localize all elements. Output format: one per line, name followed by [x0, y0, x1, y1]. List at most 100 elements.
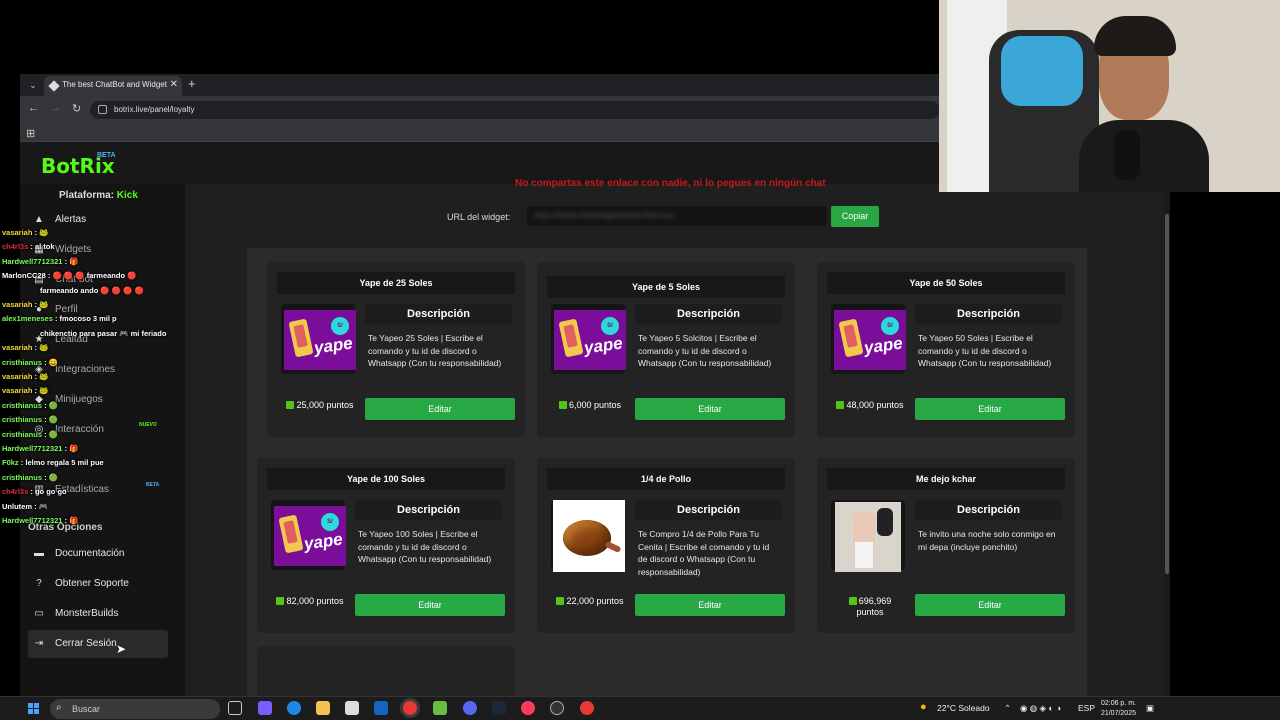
windows-start-icon[interactable] [28, 703, 40, 715]
chat-username: MarlonCC28 [2, 271, 46, 281]
chat-message: Unlutem : 🎮 [2, 502, 48, 511]
chat-text: : 🎁 [64, 444, 79, 453]
reward-card: Yape de 100 Soles S/yape Descripción Te Yap… [257, 458, 515, 633]
reload-icon[interactable]: ↻ [72, 102, 81, 115]
chrome-icon[interactable] [403, 701, 417, 715]
chat-username: cristhianus [2, 472, 43, 482]
chat-message: vasariah : 🐸 [2, 372, 48, 381]
tab-list-icon[interactable]: ⌄ [26, 78, 40, 92]
sidebar-item-label: Cerrar Sesión [55, 638, 117, 649]
photo-dark-figure [877, 508, 893, 536]
tray-chevron-icon[interactable]: ⌃ [1004, 703, 1011, 714]
chat-message: Hardwell7712321 : 🎁 [2, 516, 78, 525]
sidebar-item-soporte[interactable]: ? Obtener Soporte [28, 570, 168, 598]
points-value: 25,000 puntos [296, 400, 354, 410]
description-text: Te invito una noche solo conmigo en mi d… [918, 529, 1056, 552]
webcam-overlay [939, 0, 1280, 192]
description-text: Te Yapeo 5 Solcitos | Escribe el comando… [638, 333, 772, 368]
reward-points: 48,000 puntos [835, 400, 905, 411]
discord-icon[interactable] [463, 701, 477, 715]
file-explorer-icon[interactable] [316, 701, 330, 715]
back-icon[interactable]: ← [28, 102, 39, 114]
sidebar-item-label: MonsterBuilds [55, 608, 119, 619]
sidebar-item-documentacion[interactable]: ▬ Documentación [28, 540, 168, 568]
new-tab-icon[interactable]: + [188, 76, 196, 91]
chat-text: : 🎮 [34, 501, 49, 511]
language-indicator[interactable]: ESP [1078, 703, 1095, 713]
obs-icon[interactable] [550, 701, 564, 715]
edit-button[interactable]: Editar [915, 398, 1065, 420]
description-title: Descripción [365, 304, 512, 324]
browser-tab[interactable]: The best ChatBot and Widgets ✕ [44, 76, 182, 96]
address-bar[interactable]: botrix.live/panel/loyalty [90, 101, 940, 119]
clock[interactable]: 02:06 p. m. 21/07/2025 [1096, 699, 1136, 719]
notifications-icon[interactable]: ▣ [1146, 703, 1154, 714]
soles-coin-icon: S/ [601, 317, 619, 335]
reward-title: 1/4 de Pollo [547, 468, 785, 490]
sidebar-item-monsterbuilds[interactable]: ▭ MonsterBuilds [28, 600, 168, 628]
reward-card: Yape de 50 Soles S/yape Descripción Te Yape… [817, 262, 1075, 437]
apps-grid-icon[interactable]: ⊞ [26, 127, 35, 140]
chat-text: : 🐸 [34, 386, 49, 396]
tray-apps-icon[interactable]: ◉ ◍ ◈ ◐ ◑ [1020, 703, 1061, 714]
edit-button[interactable]: Editar [635, 594, 785, 616]
nvidia-icon[interactable] [433, 701, 447, 715]
yape-logo: S/yape [834, 310, 906, 370]
chrome-secondary-icon[interactable] [580, 701, 594, 715]
chat-message: cristhianus : 😀 [2, 358, 58, 367]
reward-card: 1/4 de Pollo Descripción Te Compro 1/4 de … [537, 458, 795, 633]
scrollbar-thumb[interactable] [1165, 214, 1169, 574]
yape-logo: S/yape [554, 310, 626, 370]
chat-username: cristhianus [2, 400, 43, 410]
yape-logo: S/yape [284, 310, 356, 370]
chat-username: cristhianus [2, 429, 43, 439]
reward-card: Me dejo kchar Descripción Te invito una no… [817, 458, 1075, 633]
copy-button[interactable]: Copiar [831, 206, 879, 227]
main-content: URL del widget: https://botrix.live/widg… [185, 184, 1170, 696]
chat-text: chikenctio para pasar 🎮 mi feriado [40, 328, 167, 338]
chat-text: : 🐸 [34, 343, 49, 353]
edit-button[interactable]: Editar [365, 398, 515, 420]
points-coin-icon [558, 401, 567, 409]
description-text: Te Compro 1/4 de Pollo Para Tu Cenita | … [638, 529, 770, 577]
task-view-icon[interactable] [228, 701, 242, 715]
sidebar-item-cerrar-sesion[interactable]: ⇥ Cerrar Sesión [28, 630, 168, 658]
site-info-icon[interactable] [98, 105, 107, 114]
rewards-grid: Yape de 25 Soles S/yape Descripción Te Yape… [247, 248, 1087, 696]
reward-image: S/yape [281, 304, 356, 374]
edge-icon[interactable] [287, 701, 301, 715]
description-text: Te Yapeo 100 Soles | Escribe el comando … [358, 529, 492, 564]
forward-icon[interactable]: → [50, 102, 61, 114]
phone-illustration [278, 514, 304, 554]
chat-message: vasariah : 🐸 [2, 300, 48, 309]
edit-button[interactable]: Editar [915, 594, 1065, 616]
phone-illustration [838, 318, 864, 358]
close-tab-icon[interactable]: ✕ [170, 79, 178, 90]
store-icon[interactable] [345, 701, 359, 715]
reward-image [831, 500, 905, 572]
music-icon[interactable] [521, 701, 535, 715]
reward-image: S/yape [271, 500, 346, 570]
chat-message: vasariah : 🐸 [2, 386, 48, 395]
outlook-icon[interactable] [374, 701, 388, 715]
copilot-icon[interactable] [258, 701, 272, 715]
weather-icon[interactable]: ● [920, 701, 927, 713]
weather-text[interactable]: 22°C Soleado [937, 703, 990, 713]
chat-message: Hardwell7712321 : 🎁 [2, 257, 78, 266]
botrix-favicon-icon [48, 80, 60, 92]
chat-text: : 🟢 [44, 400, 59, 410]
steam-icon[interactable] [492, 701, 506, 715]
beta-badge: BETA [97, 152, 116, 159]
reward-title: Yape de 5 Soles [547, 276, 785, 298]
edit-button[interactable]: Editar [355, 594, 505, 616]
chat-username: vasariah [2, 386, 33, 396]
taskbar-search[interactable]: ⌕ Buscar [50, 699, 220, 719]
description-title: Descripción [915, 304, 1062, 324]
chat-text: : go go go [30, 487, 67, 497]
description-text: Te Yapeo 25 Soles | Escribe el comando y… [368, 333, 502, 368]
edit-button[interactable]: Editar [635, 398, 785, 420]
logout-icon: ⇥ [34, 638, 44, 649]
reward-image: S/yape [831, 304, 906, 374]
chat-message: alex1meneses : fmocoso 3 mil p [2, 314, 117, 323]
widget-url-field[interactable]: https://botrix.live/widgets/shop?bid=xxx [527, 206, 827, 226]
